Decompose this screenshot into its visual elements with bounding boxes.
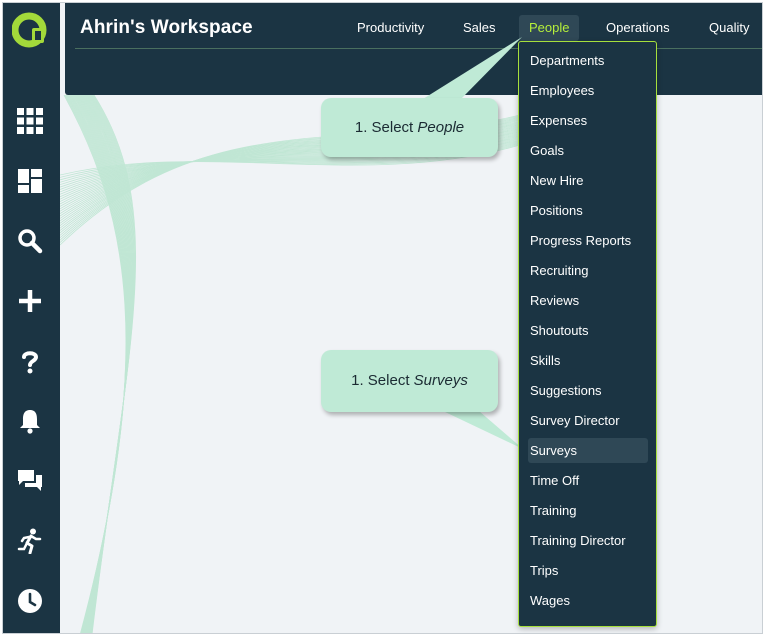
nav-tab-productivity[interactable]: Productivity	[347, 15, 434, 41]
menu-item-surveys[interactable]: Surveys	[528, 438, 648, 463]
top-navigation-bar: Ahrin's Workspace Productivity Sales Peo…	[65, 3, 762, 95]
chat-icon[interactable]	[16, 467, 44, 495]
menu-item-goals[interactable]: Goals	[528, 138, 648, 163]
menu-item-training[interactable]: Training	[528, 498, 648, 523]
history-clock-icon[interactable]	[16, 587, 44, 615]
menu-item-training-director[interactable]: Training Director	[528, 528, 648, 553]
menu-item-expenses[interactable]: Expenses	[528, 108, 648, 133]
nav-tab-people[interactable]: People	[519, 15, 580, 41]
nav-tab-quality[interactable]: Quality	[699, 15, 759, 41]
menu-item-recruiting[interactable]: Recruiting	[528, 258, 648, 283]
help-icon[interactable]	[16, 347, 44, 375]
callout-emphasis: Surveys	[413, 372, 468, 389]
menu-item-new-hire[interactable]: New Hire	[528, 168, 648, 193]
app-window: Ahrin's Workspace Productivity Sales Peo…	[2, 2, 763, 634]
menu-item-survey-director[interactable]: Survey Director	[528, 408, 648, 433]
menu-item-trips[interactable]: Trips	[528, 558, 648, 583]
callout-emphasis: People	[417, 119, 465, 136]
menu-item-suggestions[interactable]: Suggestions	[528, 378, 648, 403]
dashboard-icon[interactable]	[16, 167, 44, 195]
app-logo-icon[interactable]	[11, 12, 48, 48]
menu-item-employees[interactable]: Employees	[528, 78, 648, 103]
menu-item-reviews[interactable]: Reviews	[528, 288, 648, 313]
nav-tab-sales[interactable]: Sales	[453, 15, 506, 41]
menu-item-positions[interactable]: Positions	[528, 198, 648, 223]
callout-select-people: 1. Select People	[321, 98, 498, 157]
nav-tab-operations[interactable]: Operations	[596, 15, 680, 41]
apps-grid-icon[interactable]	[16, 107, 44, 135]
sidebar	[3, 3, 60, 633]
menu-item-time-off[interactable]: Time Off	[528, 468, 648, 493]
callout-text: 1. Select	[354, 119, 418, 136]
add-icon[interactable]	[16, 287, 44, 315]
menu-item-shoutouts[interactable]: Shoutouts	[528, 318, 648, 343]
menu-item-departments[interactable]: Departments	[528, 48, 648, 73]
callout-select-surveys: 1. Select Surveys	[321, 350, 498, 412]
activity-runner-icon[interactable]	[16, 527, 44, 555]
callout-text: 1. Select	[351, 372, 414, 389]
notifications-bell-icon[interactable]	[16, 407, 44, 435]
search-icon[interactable]	[16, 227, 44, 255]
menu-item-progress-reports[interactable]: Progress Reports	[528, 228, 648, 253]
people-dropdown-menu: Departments Employees Expenses Goals New…	[518, 41, 657, 627]
topbar-divider	[75, 48, 762, 49]
workspace-title: Ahrin's Workspace	[80, 17, 253, 38]
menu-item-wages[interactable]: Wages	[528, 588, 648, 613]
menu-item-skills[interactable]: Skills	[528, 348, 648, 373]
